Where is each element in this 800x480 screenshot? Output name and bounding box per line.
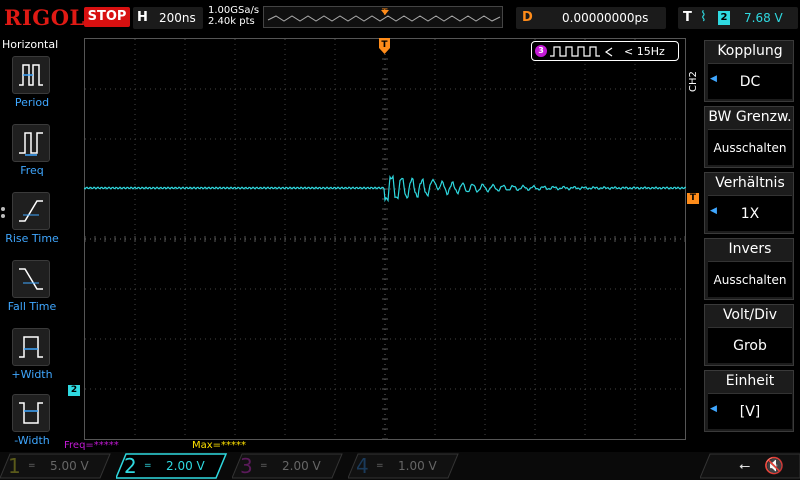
ch3-number: 3 [240,454,253,478]
trigger-level-value: 7.68 V [744,11,783,25]
ch2-status-tab[interactable]: 2 = 2.00 V [116,452,228,480]
channel-menu-label: CH2 [688,71,699,92]
menu-volt-div-value: Grob [708,327,792,363]
trigger-edge-icon: ⌇ [700,9,707,25]
trigger-position-text: T [381,40,388,50]
menu-bw-limit-value: Ausschalten [708,129,792,165]
square-wave-icon [550,46,613,57]
measure-freq-button[interactable]: Freq [0,124,64,188]
ch3-scale: 2.00 V [282,459,321,473]
menu-volt-div[interactable]: Volt/Div Grob [704,304,794,366]
menu-unit-arrow-icon: ◀ [710,404,717,414]
measure-fall-time-label: Fall Time [7,300,57,313]
fall-time-icon [12,260,50,298]
negative-width-icon [12,394,50,432]
trigger-readout[interactable]: T ⌇ 2 7.68 V [678,7,798,29]
delay-readout[interactable]: D 0.00000000ps [516,7,666,29]
freq-measure-readout: Freq=***** [64,440,119,451]
menu-bw-limit-title: BW Grenzw. [708,109,792,125]
ch2-coupling-icon: = [144,461,152,471]
menu-invert-value: Ausschalten [708,261,792,297]
ch4-number: 4 [356,454,369,478]
menu-unit-title: Einheit [725,373,775,389]
freq-icon [12,124,50,162]
freq-counter-channel-badge: 3 [535,45,547,57]
run-stop-indicator[interactable]: STOP [84,7,130,27]
brand-logo: RIGOL [4,5,85,30]
ch4-scale: 1.00 V [398,459,437,473]
trigger-level-marker[interactable]: T [687,193,699,204]
menu-coupling-value: DC [708,63,792,99]
channel-menu: Kopplung DC ◀ BW Grenzw. Ausschalten Ver… [700,36,800,452]
menu-volt-div-title: Volt/Div [722,307,778,323]
menu-probe-ratio-arrow-icon: ◀ [710,206,717,216]
measure-positive-width-label: +Width [11,368,53,381]
ch3-status-tab[interactable]: 3 = 2.00 V [232,452,344,480]
menu-unit-value: [V] [708,393,792,429]
memory-depth: 2.40k pts [208,16,255,27]
trigger-source-badge: 2 [718,11,730,25]
menu-probe-ratio-value: 1X [708,195,792,231]
measure-period-button[interactable]: Period [0,56,64,120]
timebase-value: 200ns [159,11,196,25]
measure-positive-width-button[interactable]: +Width [0,328,64,392]
acquisition-info: 1.00GSa/s 2.40k pts [208,5,259,27]
measure-rise-time-label: Rise Time [5,232,59,245]
trigger-position-marker[interactable]: T [379,38,390,58]
max-measure-readout: Max=***** [192,440,247,451]
positive-width-icon [12,328,50,366]
menu-coupling-arrow-icon: ◀ [710,74,717,84]
ch1-number: 1 [8,454,21,478]
freq-counter-value: < 15Hz [624,45,665,58]
memory-overview-bar[interactable]: T [263,6,503,28]
ch2-offset-marker[interactable]: 2 [68,385,80,396]
menu-invert-title: Invers [728,241,772,257]
rise-time-icon [12,192,50,230]
waveform-display[interactable] [84,38,686,440]
ch2-scale: 2.00 V [166,459,205,473]
menu-probe-ratio[interactable]: Verhältnis 1X ◀ [704,172,794,234]
usb-icon: ⭠ [739,458,751,474]
menu-invert[interactable]: Invers Ausschalten [704,238,794,300]
menu-bw-limit[interactable]: BW Grenzw. Ausschalten [704,106,794,168]
period-icon [12,56,50,94]
measure-period-label: Period [14,96,50,109]
ch1-coupling-icon: = [28,461,36,471]
ch2-number: 2 [124,454,137,478]
trigger-key: T [683,10,692,25]
measure-rise-time-button[interactable]: Rise Time [0,192,64,256]
timebase-key: H [137,10,148,25]
ch3-coupling-icon: = [260,461,268,471]
memory-trigger-marker: T [382,8,388,18]
frequency-counter-badge[interactable]: 3 < 15Hz [531,41,679,61]
left-panel-title: Horizontal [2,38,59,51]
menu-unit[interactable]: Einheit [V] ◀ [704,370,794,432]
ch4-coupling-icon: = [376,461,384,471]
menu-coupling-title: Kopplung [717,43,783,59]
top-status-bar: RIGOL STOP H 200ns 1.00GSa/s 2.40k pts T… [0,0,800,36]
speaker-mute-icon[interactable]: 🔇 [764,456,784,475]
channel-status-bar: 1 = 5.00 V 2 = 2.00 V 3 = 2.00 V 4 = 1.0… [0,452,800,480]
sample-rate: 1.00GSa/s [208,5,260,16]
menu-coupling[interactable]: Kopplung DC ◀ [704,40,794,102]
measure-negative-width-label: -Width [14,434,50,447]
delay-key: D [522,10,533,25]
measure-fall-time-button[interactable]: Fall Time [0,260,64,324]
horizontal-measure-panel: Horizontal Period Freq Rise Time Fall Ti… [0,36,64,452]
timebase-readout[interactable]: H 200ns [133,7,203,29]
menu-probe-ratio-title: Verhältnis [715,175,785,191]
ch4-status-tab[interactable]: 4 = 1.00 V [348,452,460,480]
ch1-scale: 5.00 V [50,459,89,473]
graticule [84,38,686,440]
measure-freq-label: Freq [20,164,44,177]
delay-value: 0.00000000ps [562,11,649,25]
measure-negative-width-button[interactable]: -Width [0,394,64,458]
ch1-status-tab[interactable]: 1 = 5.00 V [0,452,112,480]
